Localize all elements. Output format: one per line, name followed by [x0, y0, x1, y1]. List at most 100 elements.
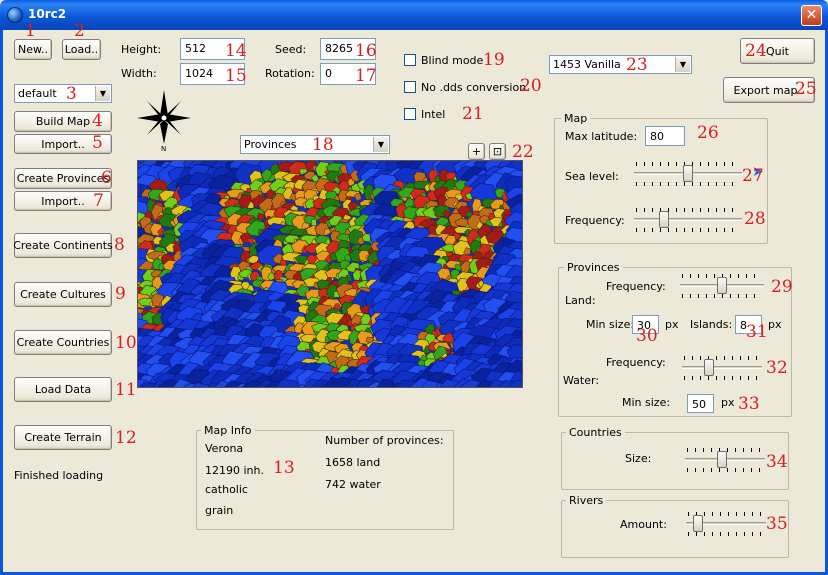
max-latitude-label: Max latitude: — [565, 130, 638, 143]
annotation-19: 19 — [483, 50, 505, 70]
water-frequency-slider[interactable] — [682, 356, 762, 380]
window-title: 10rc2 — [28, 7, 67, 21]
annotation-24: 24 — [745, 41, 767, 61]
new-button[interactable]: New.. — [14, 39, 52, 60]
countries-settings-title: Countries — [566, 426, 625, 439]
chevron-down-icon: ▼ — [675, 57, 690, 72]
sea-level-label: Sea level: — [565, 170, 619, 183]
water-label: Water: — [563, 374, 600, 387]
annotation-17: 17 — [355, 66, 377, 86]
annotation-9: 9 — [115, 284, 126, 304]
map-info-population: 12190 inh. — [205, 464, 264, 477]
annotation-15: 15 — [225, 66, 247, 86]
water-frequency-slider-thumb[interactable] — [704, 359, 714, 376]
annotation-35: 35 — [766, 514, 788, 534]
annotation-34: 34 — [766, 452, 788, 472]
annotation-2: 2 — [74, 21, 85, 41]
chevron-down-icon: ▼ — [373, 137, 388, 152]
land-frequency-label: Frequency: — [606, 280, 666, 293]
map-info-goods: grain — [205, 504, 234, 517]
version-select-value: 1453 Vanilla — [553, 58, 621, 71]
annotation-7: 7 — [93, 191, 104, 211]
svg-text:N: N — [161, 145, 166, 152]
river-amount-slider[interactable] — [686, 512, 766, 536]
provinces-settings-title: Provinces — [564, 261, 623, 274]
blind-mode-label: Blind mode — [421, 54, 484, 67]
land-frequency-slider-thumb[interactable] — [717, 277, 727, 294]
annotation-18: 18 — [312, 135, 334, 155]
annotation-29: 29 — [771, 277, 793, 297]
water-provinces-count: 742 water — [325, 478, 381, 491]
zoom-in-button[interactable]: + — [468, 143, 485, 160]
blind-mode-checkbox[interactable] — [404, 54, 416, 66]
height-label: Height: — [121, 43, 162, 56]
annotation-12: 12 — [115, 428, 137, 448]
chevron-down-icon: ▼ — [95, 86, 110, 101]
intel-checkbox[interactable] — [404, 108, 416, 120]
land-province[interactable] — [310, 218, 317, 227]
river-amount-label: Amount: — [620, 518, 667, 531]
version-select[interactable]: 1453 Vanilla ▼ — [549, 55, 692, 74]
annotation-21: 21 — [462, 104, 484, 124]
annotation-27: 27 — [742, 166, 764, 186]
title-bar: 10rc2 ✕ — [0, 0, 828, 30]
min-size-unit: px — [665, 318, 679, 331]
annotation-8: 8 — [114, 235, 125, 255]
load-button[interactable]: Load.. — [62, 39, 101, 60]
land-frequency-slider[interactable] — [680, 274, 764, 298]
provinces-count-heading: Number of provinces: — [325, 434, 444, 447]
min-size-label: Min size: — [586, 318, 635, 331]
max-latitude-input[interactable]: 80 — [645, 126, 685, 146]
annotation-10: 10 — [115, 333, 137, 353]
water-frequency-label: Frequency: — [606, 356, 666, 369]
country-size-label: Size: — [625, 452, 652, 465]
map-canvas[interactable] — [137, 160, 523, 388]
close-button[interactable]: ✕ — [801, 5, 822, 26]
view-select-value: Provinces — [244, 138, 297, 151]
create-cultures-button[interactable]: Create Cultures — [14, 282, 112, 307]
intel-label: Intel — [421, 108, 446, 121]
create-terrain-button[interactable]: Create Terrain — [14, 425, 112, 450]
water-min-size-label: Min size: — [622, 396, 671, 409]
zoom-fit-button[interactable]: ⊡ — [489, 143, 506, 160]
create-provinces-button[interactable]: Create Provinces — [14, 168, 112, 189]
annotation-20: 20 — [520, 76, 542, 96]
annotation-5: 5 — [92, 133, 103, 153]
annotation-26: 26 — [697, 123, 719, 143]
map-info-religion: catholic — [205, 483, 248, 496]
annotation-6: 6 — [101, 168, 112, 188]
land-provinces-count: 1658 land — [325, 456, 381, 469]
width-label: Width: — [121, 67, 157, 80]
river-amount-slider-thumb[interactable] — [693, 515, 703, 532]
map-info-title: Map Info — [201, 424, 255, 437]
map-frequency-slider[interactable] — [634, 208, 742, 232]
rivers-settings-title: Rivers — [566, 494, 607, 507]
annotation-4: 4 — [92, 111, 103, 131]
water-min-size-unit: px — [721, 396, 735, 409]
land-label: Land: — [565, 294, 596, 307]
create-continents-button[interactable]: Create Continents — [13, 233, 113, 258]
annotation-22: 22 — [512, 142, 534, 162]
annotation-13: 13 — [273, 458, 295, 478]
rotation-label: Rotation: — [265, 67, 315, 80]
seed-label: Seed: — [275, 43, 307, 56]
map-settings-title: Map — [561, 112, 591, 125]
annotation-32: 32 — [766, 358, 788, 378]
preset-select[interactable]: default ▼ — [14, 84, 112, 103]
load-data-button[interactable]: Load Data — [14, 377, 112, 402]
country-size-slider[interactable] — [685, 448, 765, 472]
no-dds-checkbox[interactable] — [404, 81, 416, 93]
status-text: Finished loading — [14, 469, 104, 482]
sea-level-slider-thumb[interactable] — [683, 165, 693, 182]
map-info-name: Verona — [205, 442, 244, 455]
annotation-31: 31 — [746, 322, 768, 342]
islands-unit: px — [768, 318, 782, 331]
water-min-size-input[interactable]: 50 — [687, 394, 714, 413]
map-frequency-slider-thumb[interactable] — [659, 211, 669, 228]
preset-select-value: default — [18, 87, 57, 100]
country-size-slider-thumb[interactable] — [717, 451, 727, 468]
sea-level-slider[interactable] — [634, 162, 742, 186]
annotation-11: 11 — [115, 380, 137, 400]
annotation-23: 23 — [626, 55, 648, 75]
create-countries-button[interactable]: Create Countries — [14, 330, 112, 355]
